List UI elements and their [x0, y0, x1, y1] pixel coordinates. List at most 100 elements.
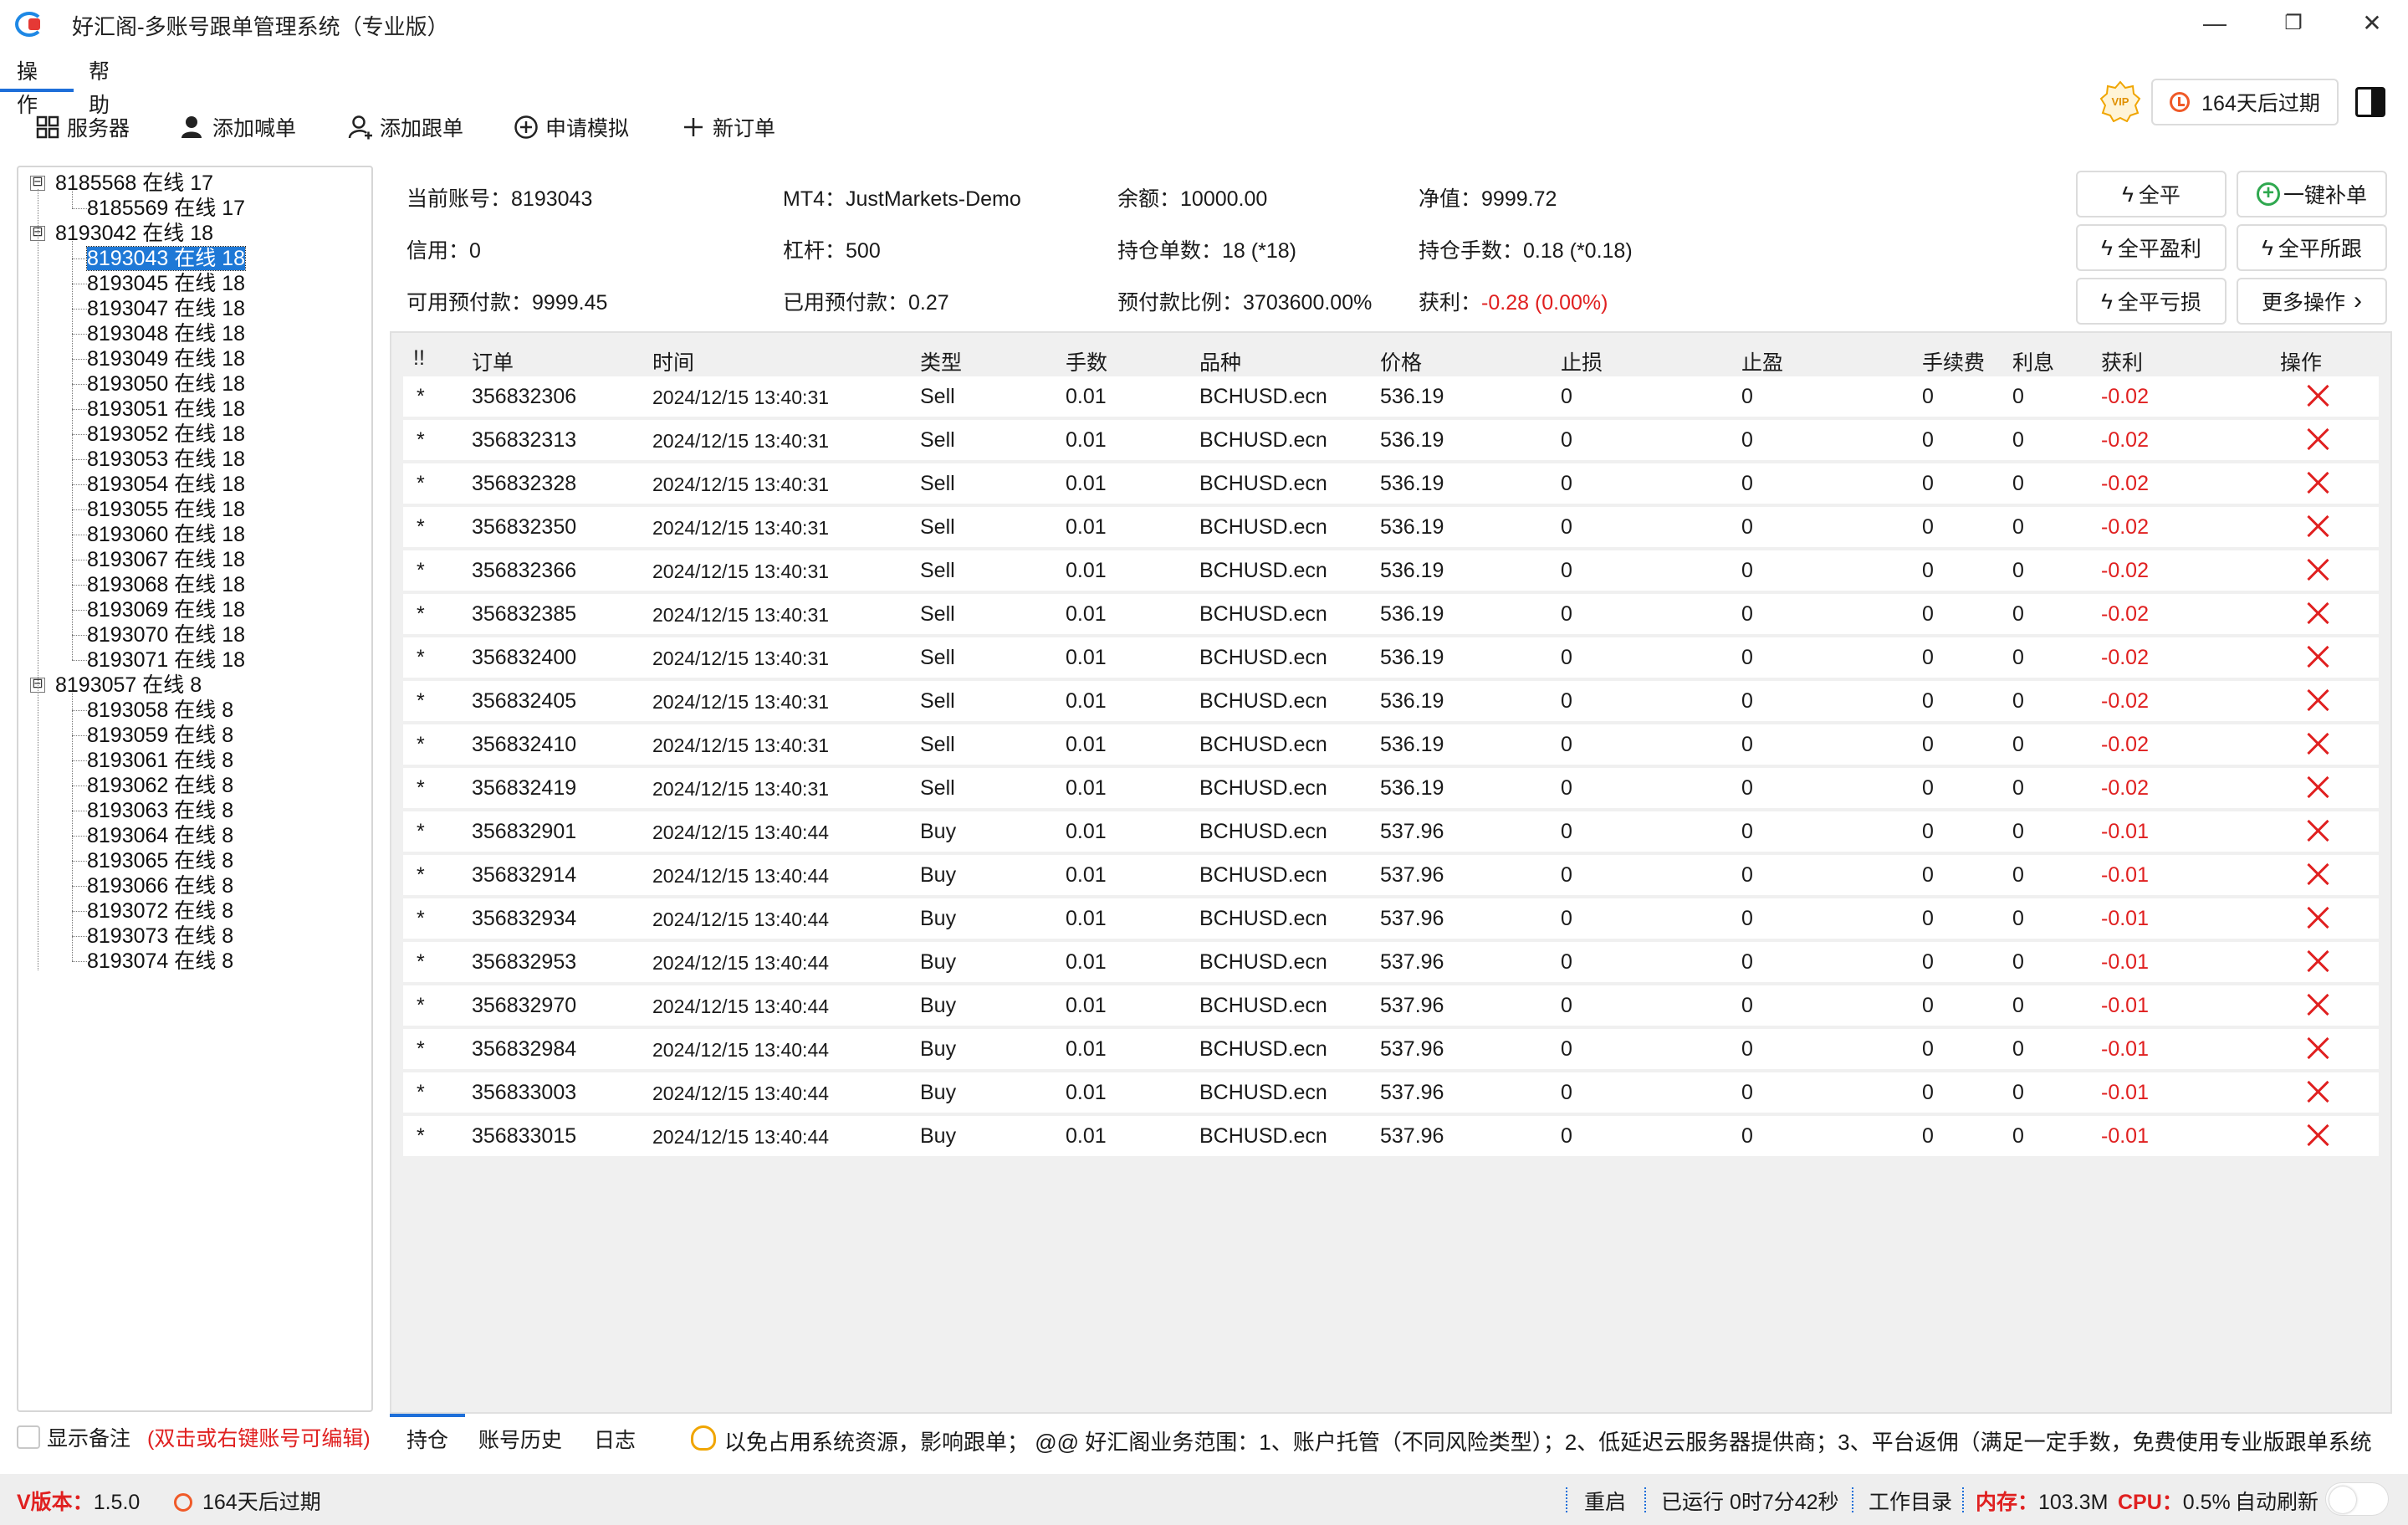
column-header[interactable]: 价格: [1380, 346, 1422, 376]
close-order-icon[interactable]: [2305, 383, 2330, 408]
show-remark-checkbox[interactable]: [17, 1425, 40, 1449]
tree-account-item[interactable]: 8193045 在线 18: [87, 271, 245, 296]
tree-account-item[interactable]: 8193070 在线 18: [87, 622, 245, 647]
table-row[interactable]: * 356832385 2024/12/15 13:40:31 Sell 0.01 BCH…: [403, 594, 2379, 634]
tree-account-item[interactable]: 8193048 在线 18: [87, 321, 245, 346]
more-actions-button[interactable]: 更多操作 ›: [2237, 278, 2387, 325]
tree-account-item[interactable]: 8193074 在线 8: [87, 949, 233, 974]
table-row[interactable]: * 356832405 2024/12/15 13:40:31 Sell 0.01 BCH…: [403, 681, 2379, 721]
column-header[interactable]: 获利: [2101, 346, 2143, 376]
tree-account-item[interactable]: 8193060 在线 18: [87, 522, 245, 547]
tree-account-item[interactable]: 8193052 在线 18: [87, 422, 245, 447]
tree-account-item[interactable]: 8193061 在线 8: [87, 748, 233, 773]
table-row[interactable]: * 356832953 2024/12/15 13:40:44 Buy 0.01 BCHU…: [403, 942, 2379, 982]
tree-account-item[interactable]: 8193072 在线 8: [87, 898, 233, 924]
one-click-add-button[interactable]: + 一键补单: [2237, 171, 2387, 217]
tree-account-item[interactable]: 8193069 在线 18: [87, 597, 245, 622]
table-row[interactable]: * 356832306 2024/12/15 13:40:31 Sell 0.01 BCH…: [403, 376, 2379, 417]
table-row[interactable]: * 356832313 2024/12/15 13:40:31 Sell 0.01 BCH…: [403, 420, 2379, 460]
table-row[interactable]: * 356832970 2024/12/15 13:40:44 Buy 0.01 BCHU…: [403, 985, 2379, 1026]
tab-log[interactable]: 日志: [594, 1424, 636, 1454]
auto-refresh-toggle[interactable]: [2325, 1482, 2389, 1516]
restart-link[interactable]: 重启: [1584, 1486, 1626, 1516]
minimize-button[interactable]: —: [2190, 7, 2240, 40]
tree-account-item[interactable]: 8193063 在线 8: [87, 798, 233, 823]
close-order-icon[interactable]: [2305, 949, 2330, 974]
account-tree[interactable]: 8185568 在线 17 ⊟ 8185569 在线 17 8193042 在线 18…: [17, 166, 373, 1412]
tree-account-item[interactable]: 8193065 在线 8: [87, 848, 233, 873]
close-loss-button[interactable]: ϟ 全平亏损: [2076, 278, 2227, 325]
column-header[interactable]: 手数: [1066, 346, 1107, 376]
table-row[interactable]: * 356833003 2024/12/15 13:40:44 Buy 0.01 BCHU…: [403, 1072, 2379, 1113]
tree-account-item[interactable]: 8193064 在线 8: [87, 823, 233, 848]
table-row[interactable]: * 356832366 2024/12/15 13:40:31 Sell 0.01 BCH…: [403, 550, 2379, 591]
tree-account-item[interactable]: 8193058 在线 8: [87, 698, 233, 723]
close-button[interactable]: ✕: [2347, 7, 2397, 40]
tree-account-item[interactable]: 8193049 在线 18: [87, 346, 245, 371]
table-row[interactable]: * 356832934 2024/12/15 13:40:44 Buy 0.01 BCHU…: [403, 898, 2379, 939]
column-header[interactable]: !!: [413, 346, 425, 371]
close-all-follow-button[interactable]: ϟ 全平所跟: [2237, 224, 2387, 271]
workdir-link[interactable]: 工作目录: [1869, 1486, 1952, 1516]
close-order-icon[interactable]: [2305, 818, 2330, 843]
close-order-icon[interactable]: [2305, 557, 2330, 582]
close-order-icon[interactable]: [2305, 992, 2330, 1017]
restore-button[interactable]: ❐: [2268, 7, 2319, 40]
expire-button[interactable]: 164天后过期: [2151, 79, 2339, 125]
tree-group-item[interactable]: 8185568 在线 17: [55, 171, 213, 196]
column-header[interactable]: 订单: [472, 346, 514, 376]
tree-account-item[interactable]: 8193066 在线 8: [87, 873, 233, 898]
column-header[interactable]: 止损: [1561, 346, 1603, 376]
column-header[interactable]: 时间: [652, 346, 694, 376]
servers-button[interactable]: 服务器: [35, 110, 130, 144]
tree-account-item[interactable]: 8193043 在线 18: [85, 246, 247, 271]
column-header[interactable]: 类型: [920, 346, 962, 376]
close-order-icon[interactable]: [2305, 688, 2330, 713]
tree-account-item[interactable]: 8193053 在线 18: [87, 447, 245, 472]
tree-group-item[interactable]: 8193042 在线 18: [55, 221, 213, 246]
tree-account-item[interactable]: 8185569 在线 17: [87, 196, 245, 221]
table-row[interactable]: * 356832419 2024/12/15 13:40:31 Sell 0.01 BCH…: [403, 768, 2379, 808]
apply-demo-button[interactable]: 申请模拟: [514, 110, 629, 144]
new-order-button[interactable]: 新订单: [681, 110, 775, 144]
close-order-icon[interactable]: [2305, 731, 2330, 756]
table-row[interactable]: * 356832350 2024/12/15 13:40:31 Sell 0.01 BCH…: [403, 507, 2379, 547]
column-header[interactable]: 利息: [2012, 346, 2054, 376]
panel-toggle-icon[interactable]: [2355, 87, 2385, 117]
tree-account-item[interactable]: 8193047 在线 18: [87, 296, 245, 321]
tree-account-item[interactable]: 8193062 在线 8: [87, 773, 233, 798]
tree-account-item[interactable]: 8193050 在线 18: [87, 371, 245, 397]
tree-account-item[interactable]: 8193051 在线 18: [87, 397, 245, 422]
close-order-icon[interactable]: [2305, 862, 2330, 887]
tree-account-item[interactable]: 8193067 在线 18: [87, 547, 245, 572]
column-header[interactable]: 操作: [2280, 346, 2322, 376]
table-row[interactable]: * 356832984 2024/12/15 13:40:44 Buy 0.01 BCHU…: [403, 1029, 2379, 1069]
menu-operate[interactable]: 操作: [17, 55, 38, 117]
table-row[interactable]: * 356832914 2024/12/15 13:40:44 Buy 0.01 BCHU…: [403, 855, 2379, 895]
column-header[interactable]: 止盈: [1741, 346, 1783, 376]
tree-account-item[interactable]: 8193068 在线 18: [87, 572, 245, 597]
tree-account-item[interactable]: 8193054 在线 18: [87, 472, 245, 497]
close-order-icon[interactable]: [2305, 1123, 2330, 1148]
add-follower-button[interactable]: 添加跟单: [348, 110, 463, 144]
vip-badge-icon[interactable]: VIP: [2099, 80, 2141, 123]
close-order-icon[interactable]: [2305, 644, 2330, 669]
tree-account-item[interactable]: 8193055 在线 18: [87, 497, 245, 522]
tree-account-item[interactable]: 8193059 在线 8: [87, 723, 233, 748]
tree-group-item[interactable]: 8193057 在线 8: [55, 673, 202, 698]
table-row[interactable]: * 356832328 2024/12/15 13:40:31 Sell 0.01 BCH…: [403, 463, 2379, 504]
table-row[interactable]: * 356832410 2024/12/15 13:40:31 Sell 0.01 BCH…: [403, 724, 2379, 765]
menu-help[interactable]: 帮助: [89, 55, 110, 117]
close-order-icon[interactable]: [2305, 1036, 2330, 1061]
tab-history[interactable]: 账号历史: [478, 1424, 562, 1454]
table-row[interactable]: * 356832901 2024/12/15 13:40:44 Buy 0.01 BCHU…: [403, 811, 2379, 852]
table-row[interactable]: * 356832400 2024/12/15 13:40:31 Sell 0.01 BCH…: [403, 637, 2379, 678]
tree-account-item[interactable]: 8193073 在线 8: [87, 924, 233, 949]
add-caller-button[interactable]: 添加喊单: [181, 110, 296, 144]
close-order-icon[interactable]: [2305, 470, 2330, 495]
close-order-icon[interactable]: [2305, 905, 2330, 930]
tree-account-item[interactable]: 8193071 在线 18: [87, 647, 245, 673]
close-order-icon[interactable]: [2305, 775, 2330, 800]
close-order-icon[interactable]: [2305, 427, 2330, 452]
close-order-icon[interactable]: [2305, 514, 2330, 539]
